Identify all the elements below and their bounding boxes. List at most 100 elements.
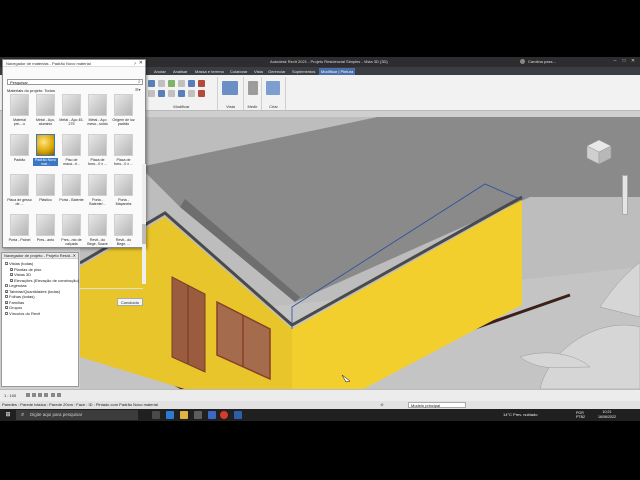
tree-item[interactable]: +Grupos (5, 305, 22, 310)
tree-item[interactable]: Folhas (todas) (5, 294, 35, 299)
minimize-button[interactable]: – (612, 58, 618, 65)
tree-item[interactable]: Legendas (5, 283, 27, 288)
expand-toggle-icon[interactable] (5, 311, 8, 315)
tab-modificar-pintura[interactable]: Modificar | Pintura (319, 68, 356, 75)
expand-toggle-icon[interactable]: + (5, 306, 8, 310)
weather-widget[interactable]: 14°C Prev. nublado (503, 412, 537, 417)
user-name[interactable]: Carolina pass... (528, 59, 556, 64)
material-swatch[interactable]: Metal - Aço, aluminio (33, 94, 58, 134)
edge-icon[interactable] (166, 411, 174, 419)
close-window-button[interactable]: ✕ (630, 58, 636, 65)
detail-level-icon[interactable] (26, 393, 30, 397)
chrome-icon[interactable] (220, 411, 228, 419)
material-swatch[interactable]: Porta - Batente/... (85, 174, 110, 214)
align-icon[interactable] (158, 80, 165, 87)
search-icon[interactable]: ⌕ (138, 79, 143, 85)
expand-toggle-icon[interactable]: + (10, 273, 13, 277)
store-icon[interactable] (194, 411, 202, 419)
create-icon[interactable] (266, 81, 280, 95)
material-swatch[interactable]: Metal - Aço 45-275 (59, 94, 84, 134)
expand-toggle-icon[interactable]: − (5, 262, 8, 266)
temporary-hide-icon[interactable] (56, 393, 61, 397)
tab-suplementos[interactable]: Suplementos (290, 68, 317, 75)
tab-gerenciar[interactable]: Gerenciar (266, 68, 288, 75)
tree-item[interactable]: +Vistas 3D (10, 272, 31, 277)
expand-toggle-icon[interactable] (5, 295, 8, 299)
material-swatch[interactable]: Revit...do Bege, ... (111, 214, 136, 254)
expand-toggle-icon[interactable]: + (10, 267, 13, 271)
revit-icon[interactable] (234, 411, 242, 419)
material-swatch[interactable]: Placa de forro...0 x ... (111, 134, 136, 174)
material-scrollbar[interactable] (142, 164, 146, 284)
material-swatch[interactable]: Origem de luz padrão (111, 94, 136, 134)
taskbar-search-input[interactable]: Digite aqui para pesquisar (16, 410, 138, 420)
material-swatch[interactable]: Padrão Novo mat... (33, 134, 58, 174)
material-swatch[interactable]: Material pré-...u (7, 94, 32, 134)
tree-item[interactable]: +Elevações (Elevação de construção) (10, 278, 79, 283)
close-dialog-button[interactable]: ✕ (139, 60, 143, 67)
task-view-icon[interactable] (152, 411, 160, 419)
material-swatch[interactable]: Pres...anto (33, 214, 58, 254)
visual-style-icon[interactable] (32, 393, 37, 397)
material-swatch[interactable]: Plástico (33, 174, 58, 214)
rotate-icon[interactable] (188, 80, 195, 87)
material-swatch[interactable]: Padrão (7, 134, 32, 174)
material-search-input[interactable]: Pesquisar (7, 79, 143, 85)
array-icon[interactable] (158, 90, 165, 97)
tree-item[interactable]: +Tabelas/Quantidades (todas) (5, 289, 60, 294)
scrollbar-thumb[interactable] (142, 224, 146, 244)
tab-anotar[interactable]: Anotar (152, 68, 168, 75)
view-icon[interactable] (222, 81, 238, 95)
split-icon[interactable] (198, 80, 205, 87)
expand-toggle-icon[interactable] (5, 284, 8, 288)
measure-icon[interactable] (248, 81, 258, 95)
material-swatch[interactable]: Porta - Batente (59, 174, 84, 214)
view-scale[interactable]: 1 : 100 (4, 393, 16, 398)
active-model-select[interactable]: Modelo principal (408, 402, 466, 408)
done-button[interactable]: Concluído (117, 298, 143, 306)
navigation-bar[interactable] (622, 175, 628, 215)
material-swatch[interactable]: Placa de forro...0 x ... (85, 134, 110, 174)
material-swatch[interactable]: Pres...nto de calçada (59, 214, 84, 254)
viewcube[interactable] (584, 137, 614, 167)
tab-massa-terreno[interactable]: Massa e terreno (193, 68, 226, 75)
clock[interactable]: 10:21 16/06/2022 (598, 410, 616, 420)
scale-icon[interactable] (168, 90, 175, 97)
copy-icon[interactable] (148, 90, 155, 97)
sun-path-icon[interactable] (38, 393, 43, 397)
material-swatch[interactable]: Revit...do Bege, Suave (85, 214, 110, 254)
material-swatch[interactable]: Piso de maca...ri... (59, 134, 84, 174)
offset-icon[interactable] (168, 80, 175, 87)
file-explorer-icon[interactable] (180, 411, 188, 419)
delete-icon[interactable] (198, 90, 205, 97)
tab-analisar[interactable]: Analisar (171, 68, 189, 75)
material-swatch[interactable]: Placa de gesso de ... (7, 174, 32, 214)
tree-item[interactable]: +Famílias (5, 300, 24, 305)
windows-start-icon[interactable]: ⊞ (4, 411, 12, 419)
help-button[interactable]: ? (134, 60, 136, 67)
view-options-button[interactable]: ☰▾ (135, 87, 141, 92)
material-swatch[interactable]: Porta - Maçaneta (111, 174, 136, 214)
mirror-icon[interactable] (178, 80, 185, 87)
expand-toggle-icon[interactable]: + (5, 300, 8, 304)
maximize-button[interactable]: □ (621, 58, 627, 65)
move-icon[interactable] (148, 80, 155, 87)
pin-icon[interactable] (188, 90, 195, 97)
tab-colaborar[interactable]: Colaborar (228, 68, 250, 75)
trim-icon[interactable] (178, 90, 185, 97)
mail-icon[interactable] (208, 411, 216, 419)
close-project-browser-button[interactable]: ✕ (73, 253, 76, 259)
tree-item[interactable]: +Plantas de piso (10, 267, 41, 272)
crop-view-icon[interactable] (50, 393, 55, 397)
tab-vista[interactable]: Vista (252, 68, 265, 75)
3d-viewport[interactable] (80, 117, 640, 389)
expand-toggle-icon[interactable]: + (5, 289, 8, 293)
project-materials-header[interactable]: Materiais do projeto: Todos (7, 88, 55, 93)
tree-item[interactable]: Vínculos do Revit (5, 311, 40, 316)
tree-item[interactable]: −Vistas (todas) (5, 261, 33, 266)
material-swatch[interactable]: Metal - Aço meso...sóido (85, 94, 110, 134)
material-swatch[interactable]: Porta - Painel (7, 214, 32, 254)
language-indicator[interactable]: POR PTB2 (576, 411, 585, 419)
shadows-icon[interactable] (44, 393, 49, 397)
user-icon[interactable] (520, 59, 525, 64)
